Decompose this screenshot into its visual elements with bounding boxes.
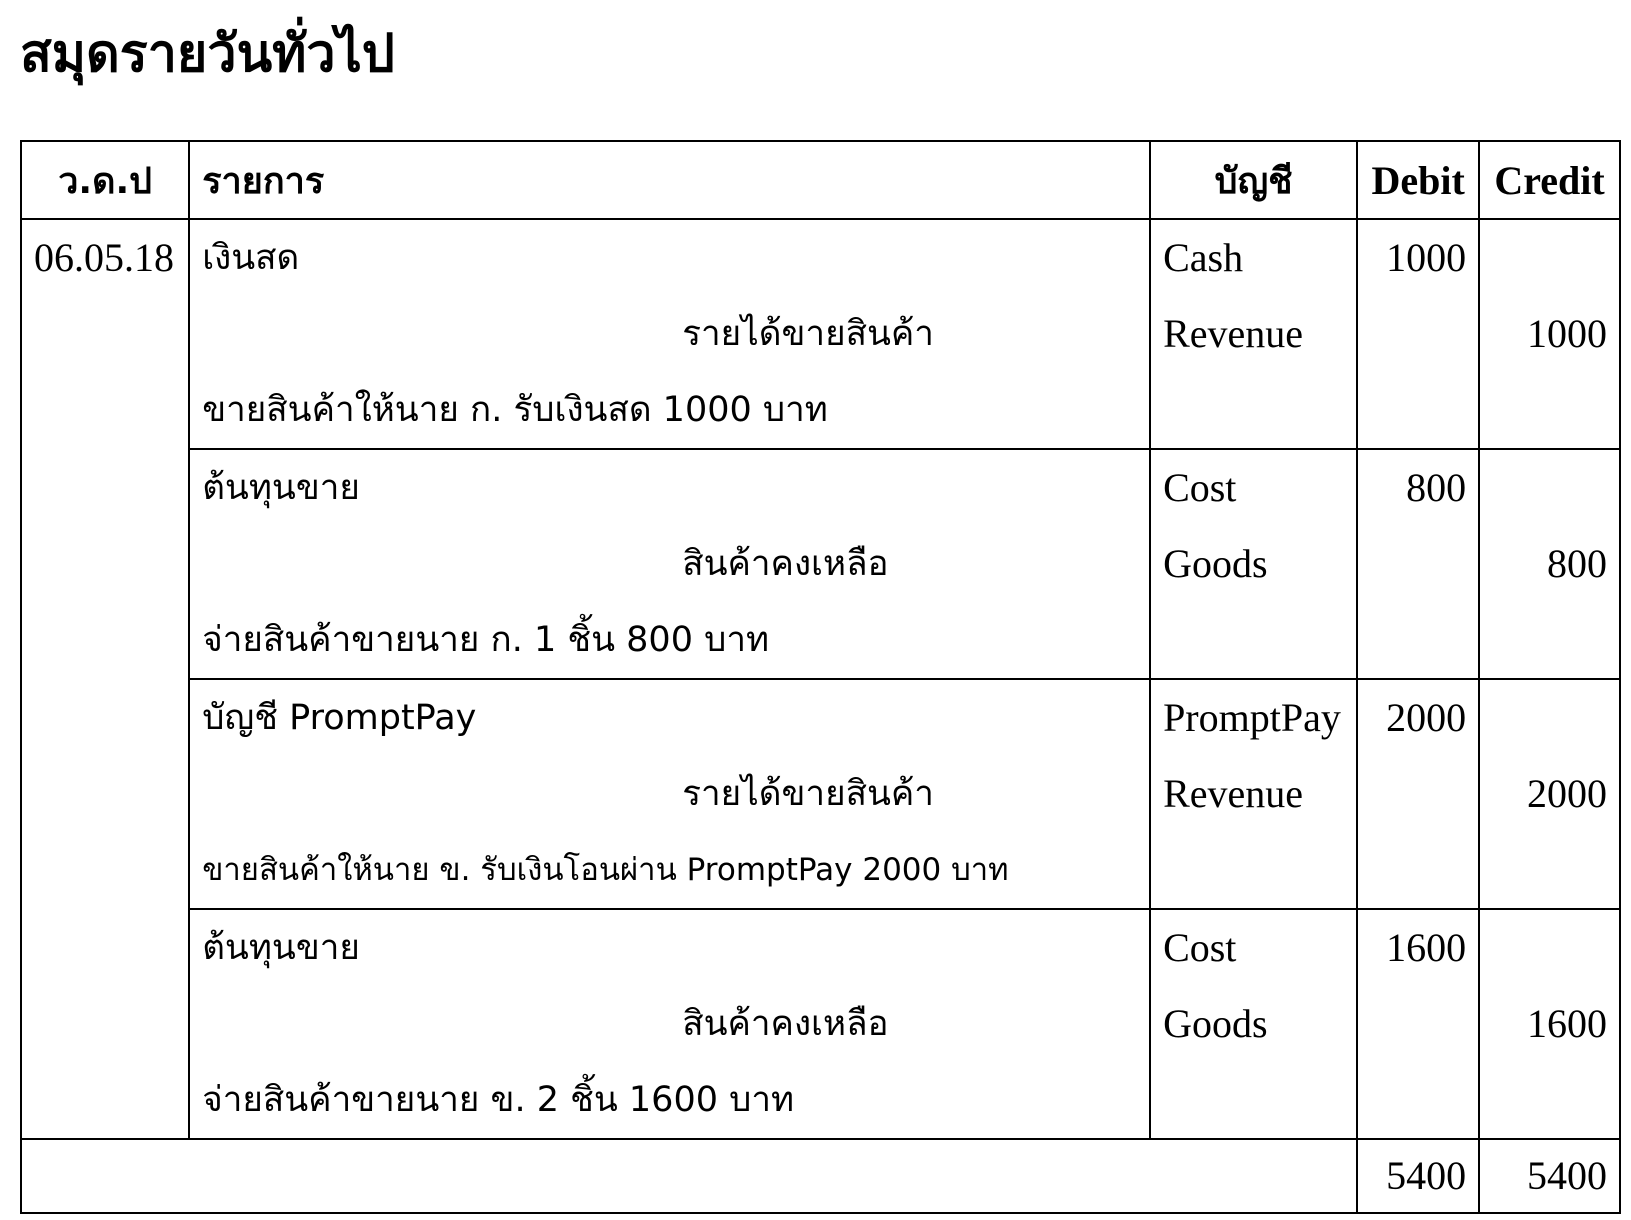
credit-description: รายได้ขายสินค้า: [682, 774, 934, 814]
account-cell: Cost Goods: [1149, 448, 1359, 680]
credit-description: สินค้าคงเหลือ: [682, 1004, 889, 1044]
debit-amount: 2000: [1386, 695, 1467, 740]
credit-cell: 800: [1478, 448, 1621, 680]
journal-entry-row: ต้นทุนขาย สินค้าคงเหลือ จ่ายสินค้าขายนาย…: [21, 908, 1621, 1140]
header-debit: Debit: [1356, 140, 1481, 220]
general-journal-table: ว.ด.ป รายการ บัญชี Debit Credit 06.05.18…: [19, 140, 1621, 1214]
description-cell: ต้นทุนขาย สินค้าคงเหลือ จ่ายสินค้าขายนาย…: [188, 908, 1152, 1140]
account-cell: PromptPay Revenue: [1149, 678, 1359, 910]
credit-account: Revenue: [1163, 771, 1304, 816]
debit-amount: 800: [1406, 465, 1467, 510]
credit-amount: 1000: [1527, 311, 1607, 356]
table-header-row: ว.ด.ป รายการ บัญชี Debit Credit: [19, 140, 1621, 220]
totals-row: 5400 5400: [19, 1138, 1621, 1214]
credit-cell: 1600: [1478, 908, 1621, 1140]
debit-description: เงินสด: [202, 238, 300, 278]
debit-cell: 1000: [1356, 218, 1481, 450]
total-credit: 5400: [1478, 1138, 1621, 1214]
page-title: สมุดรายวันทั่วไป: [20, 24, 395, 84]
debit-account: Cost: [1163, 925, 1237, 970]
header-date: ว.ด.ป: [19, 140, 191, 220]
credit-amount: 2000: [1527, 771, 1607, 816]
entry-memo: ขายสินค้าให้นาย ข. รับเงินโอนผ่าน Prompt…: [202, 852, 1009, 888]
totals-spacer-cell: [19, 1138, 1359, 1214]
description-cell: บัญชี PromptPay รายได้ขายสินค้า ขายสินค้…: [188, 678, 1152, 910]
credit-account: Revenue: [1163, 311, 1304, 356]
entry-memo: จ่ายสินค้าขายนาย ก. 1 ชิ้น 800 บาท: [202, 620, 770, 660]
debit-account: PromptPay: [1163, 695, 1341, 740]
credit-spacer: [1481, 911, 1607, 986]
description-cell: ต้นทุนขาย สินค้าคงเหลือ จ่ายสินค้าขายนาย…: [188, 448, 1152, 680]
header-account: บัญชี: [1149, 140, 1359, 220]
entry-memo: จ่ายสินค้าขายนาย ข. 2 ชิ้น 1600 บาท: [202, 1080, 795, 1120]
debit-description: ต้นทุนขาย: [202, 928, 360, 968]
journal-entry-row: 06.05.18 เงินสด รายได้ขายสินค้า ขายสินค้…: [19, 218, 1621, 1140]
credit-account: Goods: [1163, 541, 1268, 586]
credit-cell: 2000: [1478, 678, 1621, 910]
credit-cell: 1000: [1478, 218, 1621, 450]
credit-amount: 800: [1547, 541, 1607, 586]
debit-cell: 1600: [1356, 908, 1481, 1140]
debit-amount: 1600: [1386, 925, 1467, 970]
debit-cell: 800: [1356, 448, 1481, 680]
credit-account: Goods: [1163, 1001, 1268, 1046]
credit-description: รายได้ขายสินค้า: [682, 314, 934, 354]
total-debit: 5400: [1356, 1138, 1481, 1214]
journal-entry-row: ต้นทุนขาย สินค้าคงเหลือ จ่ายสินค้าขายนาย…: [21, 448, 1621, 680]
credit-amount: 1600: [1527, 1001, 1607, 1046]
header-description: รายการ: [188, 140, 1152, 220]
debit-amount: 1000: [1386, 235, 1467, 280]
account-cell: Cash Revenue: [1149, 218, 1359, 450]
entry-memo: ขายสินค้าให้นาย ก. รับเงินสด 1000 บาท: [202, 390, 828, 430]
debit-account: Cost: [1163, 465, 1237, 510]
description-cell: เงินสด รายได้ขายสินค้า ขายสินค้าให้นาย ก…: [188, 218, 1152, 450]
debit-description: บัญชี PromptPay: [202, 698, 477, 738]
debit-account: Cash: [1163, 235, 1244, 280]
entry-date-cell: 06.05.18: [19, 218, 191, 1140]
header-credit: Credit: [1478, 140, 1621, 220]
credit-spacer: [1481, 221, 1607, 296]
debit-description: ต้นทุนขาย: [202, 468, 360, 508]
account-cell: Cost Goods: [1149, 908, 1359, 1140]
credit-spacer: [1481, 681, 1607, 756]
journal-entry-row: บัญชี PromptPay รายได้ขายสินค้า ขายสินค้…: [21, 678, 1621, 910]
debit-cell: 2000: [1356, 678, 1481, 910]
credit-spacer: [1481, 451, 1607, 526]
credit-description: สินค้าคงเหลือ: [682, 544, 889, 584]
entry-date: 06.05.18: [34, 235, 174, 280]
